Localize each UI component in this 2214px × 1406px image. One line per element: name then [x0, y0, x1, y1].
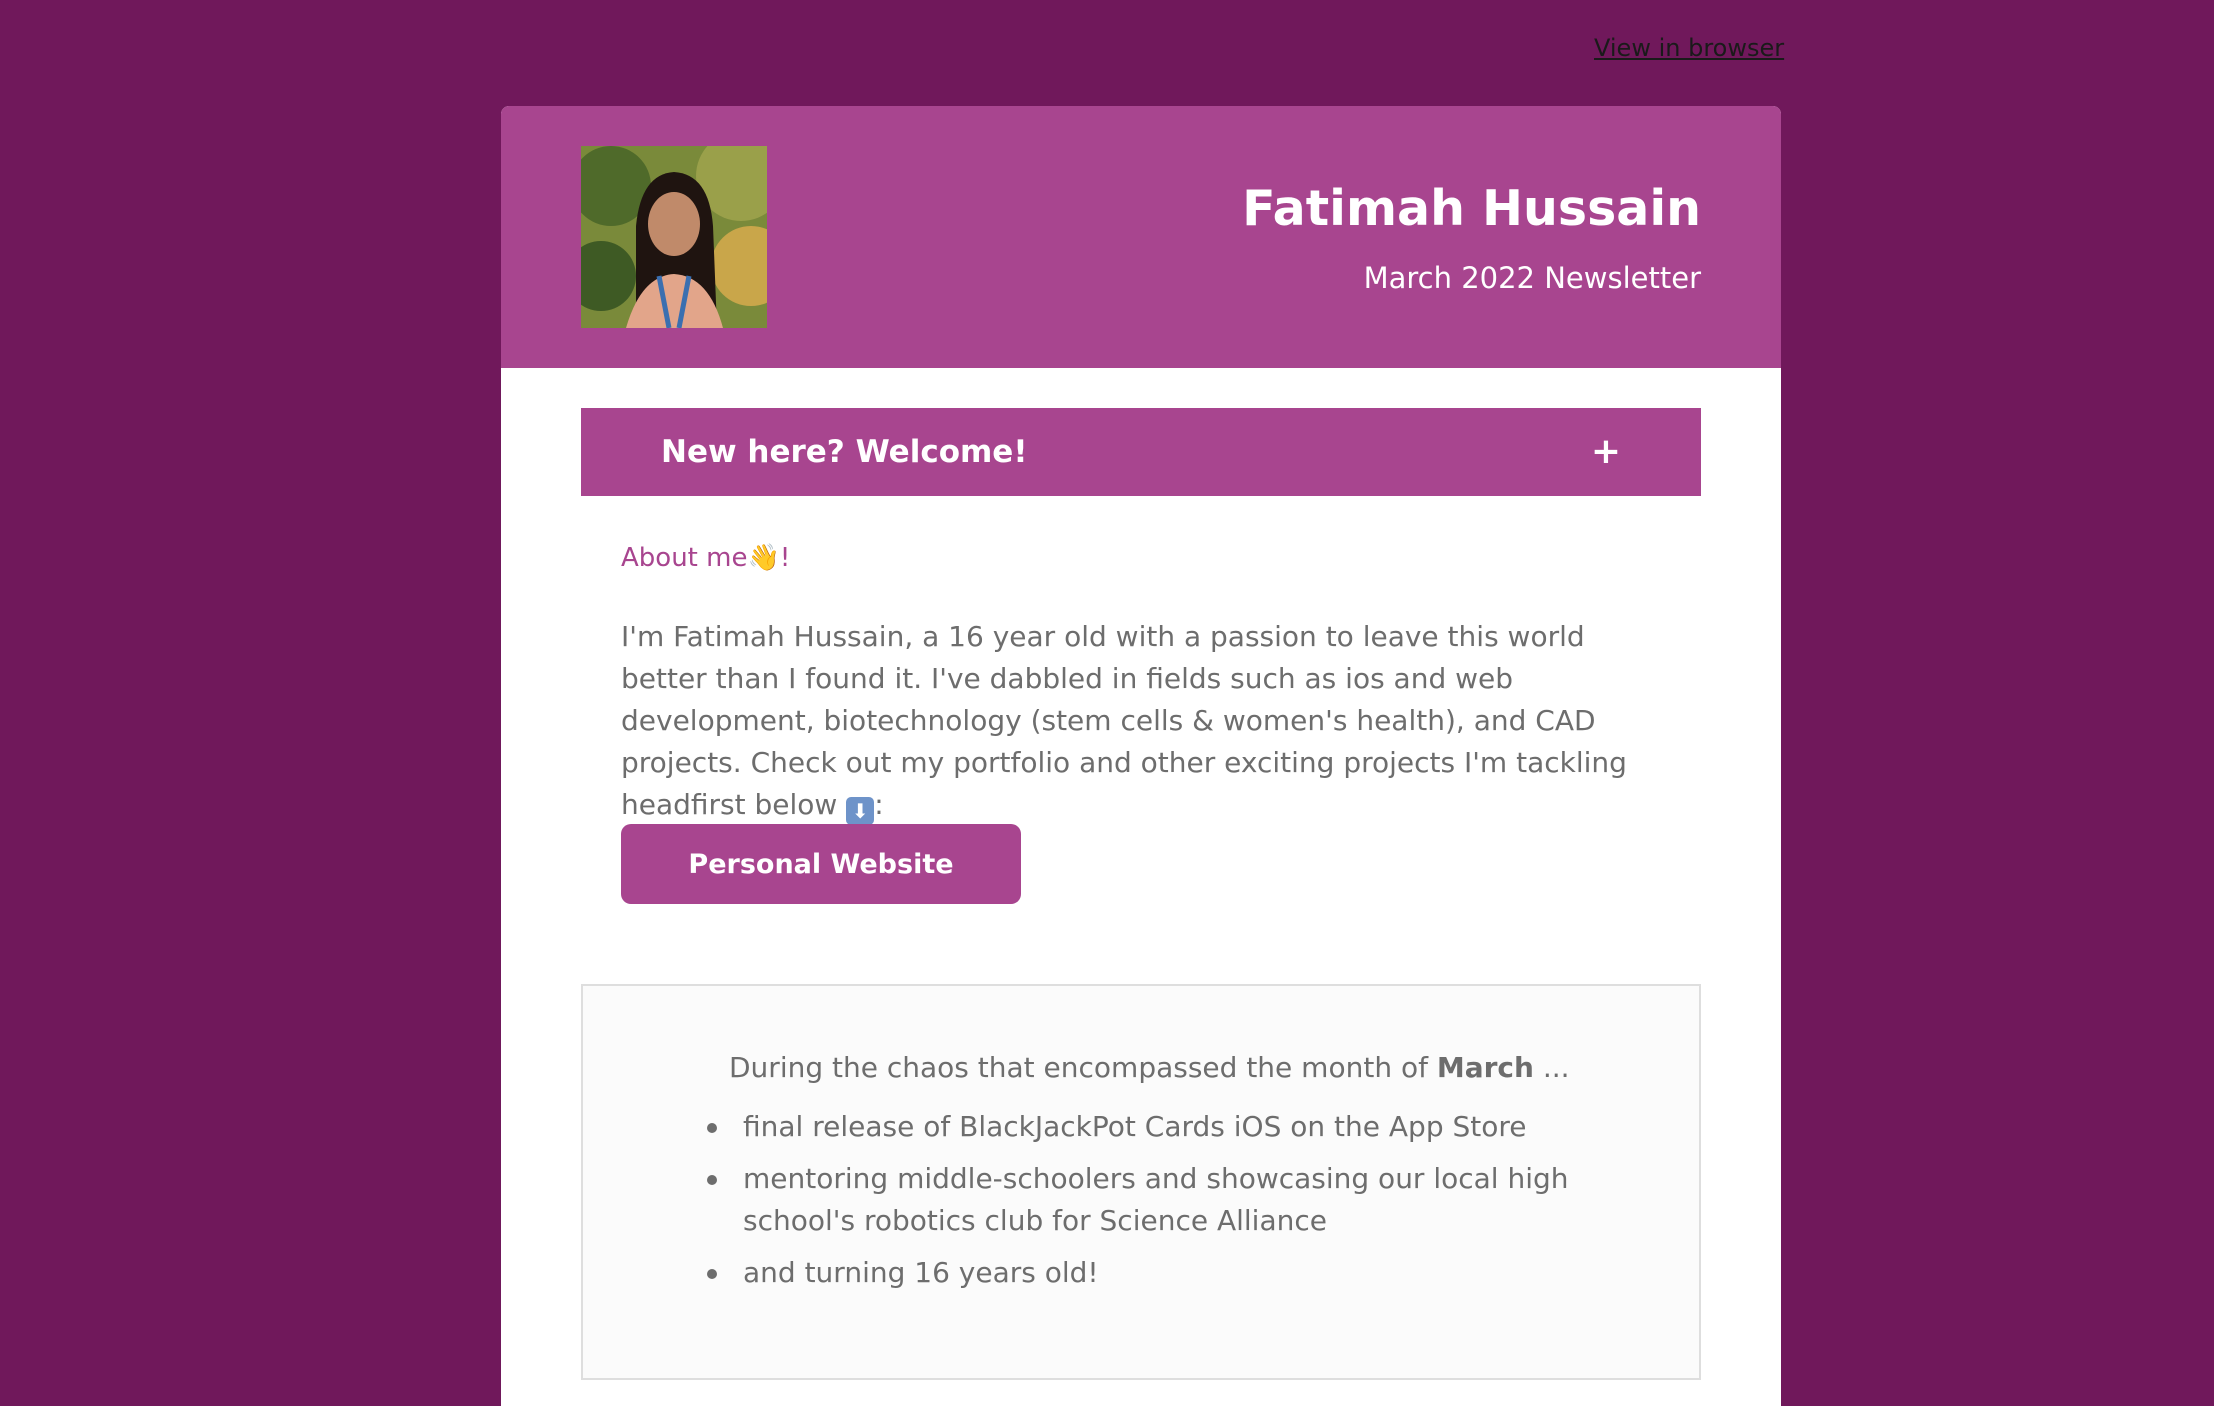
- welcome-title: New here? Welcome!: [661, 434, 1028, 470]
- about-heading-text: About me: [621, 543, 748, 573]
- bio-paragraph: I'm Fatimah Hussain, a 16 year old with …: [621, 616, 1671, 826]
- list-item: mentoring middle-schoolers and showcasin…: [703, 1158, 1643, 1242]
- march-intro: During the chaos that encompassed the mo…: [729, 1048, 1629, 1088]
- bio-text: I'm Fatimah Hussain, a 16 year old with …: [621, 620, 1627, 821]
- march-intro-suffix: ...: [1533, 1051, 1570, 1084]
- newsletter-subtitle: March 2022 Newsletter: [1363, 261, 1701, 295]
- newsletter-author-name: Fatimah Hussain: [1242, 180, 1701, 237]
- march-summary-box: During the chaos that encompassed the mo…: [581, 984, 1701, 1380]
- list-item: final release of BlackJackPot Cards iOS …: [703, 1106, 1643, 1148]
- about-heading: About me👋!: [621, 538, 1221, 578]
- waving-hand-icon: 👋: [747, 543, 780, 573]
- newsletter-header: Fatimah Hussain March 2022 Newsletter: [501, 106, 1781, 368]
- march-intro-prefix: During the chaos that encompassed the mo…: [729, 1051, 1437, 1084]
- newsletter-card: Fatimah Hussain March 2022 Newsletter Ne…: [501, 106, 1781, 1406]
- down-arrow-icon: ⬇: [846, 797, 875, 825]
- personal-website-button[interactable]: Personal Website: [621, 824, 1021, 904]
- march-intro-bold: March: [1436, 1051, 1534, 1084]
- plus-icon[interactable]: +: [1591, 434, 1621, 470]
- march-highlights-list: final release of BlackJackPot Cards iOS …: [703, 1106, 1643, 1304]
- view-in-browser-link[interactable]: View in browser: [1594, 30, 1784, 66]
- welcome-accordion[interactable]: New here? Welcome! +: [581, 408, 1701, 496]
- list-item: and turning 16 years old!: [703, 1252, 1643, 1294]
- avatar: [581, 146, 767, 328]
- about-heading-exclaim: !: [779, 543, 791, 573]
- bio-colon: :: [874, 788, 884, 821]
